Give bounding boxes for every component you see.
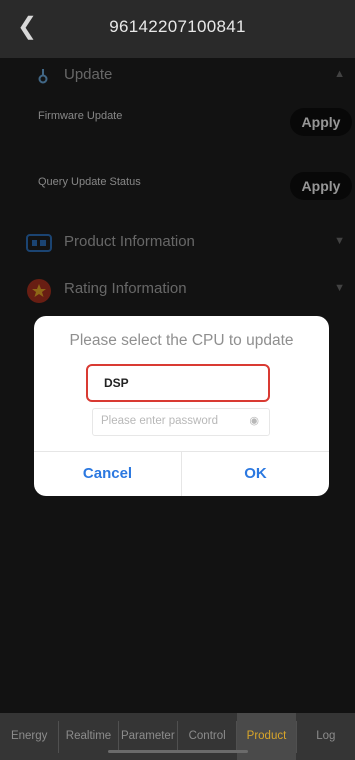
ok-button[interactable]: OK xyxy=(182,452,329,496)
tab-energy[interactable]: Energy xyxy=(0,713,58,760)
password-placeholder: Please enter password xyxy=(101,415,218,427)
password-input[interactable]: Please enter password ◉ xyxy=(92,408,270,436)
select-cpu-dialog: Please select the CPU to update DSP Plea… xyxy=(34,316,329,496)
cpu-select-value: DSP xyxy=(104,376,129,390)
cancel-button[interactable]: Cancel xyxy=(34,452,181,496)
home-indicator xyxy=(108,750,248,753)
tab-log[interactable]: Log xyxy=(297,713,355,760)
eye-icon[interactable]: ◉ xyxy=(249,414,259,427)
cpu-select[interactable]: DSP xyxy=(86,364,270,402)
header-bar: ❮ 96142207100841 xyxy=(0,0,355,58)
page-title: 96142207100841 xyxy=(109,17,246,36)
dialog-title: Please select the CPU to update xyxy=(69,332,294,349)
